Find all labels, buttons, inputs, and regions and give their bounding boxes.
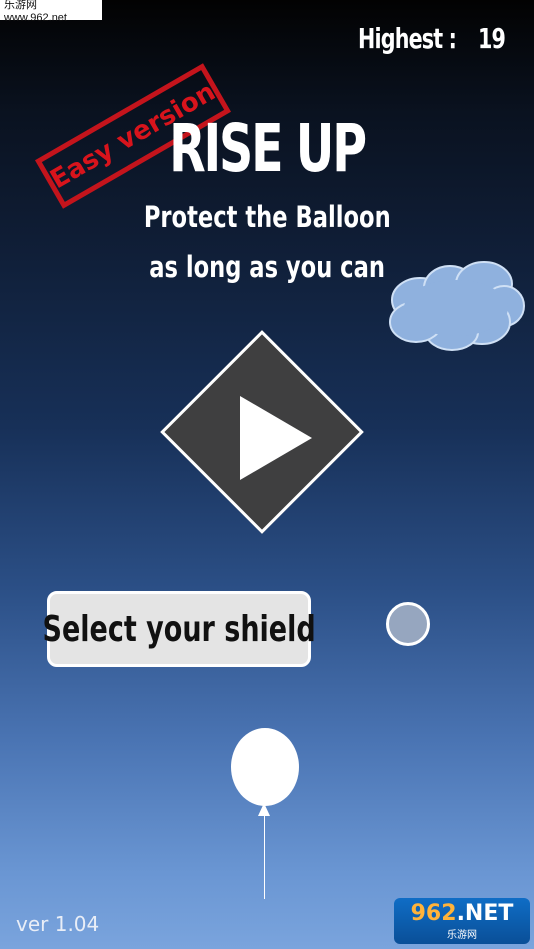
watermark-top-left: 乐游网 www.962.net (0, 0, 102, 24)
balloon-string (264, 815, 265, 899)
highest-score: Highest : 19 (358, 20, 518, 56)
balloon-icon (231, 728, 299, 806)
game-title: RISE UP (169, 110, 367, 187)
shield-dot-icon[interactable] (386, 602, 430, 646)
highest-value: 19 (478, 21, 506, 55)
select-shield-button[interactable]: Select your shield (42, 591, 316, 667)
cloud-icon (389, 261, 525, 351)
version-label: ver 1.04 (16, 912, 100, 936)
highest-label: Highest : (358, 21, 457, 55)
watermark-bottom-right: 962.NET 乐游网 (394, 898, 530, 944)
subtitle-line-1: Protect the Balloon (143, 200, 391, 234)
play-icon[interactable] (240, 396, 312, 480)
